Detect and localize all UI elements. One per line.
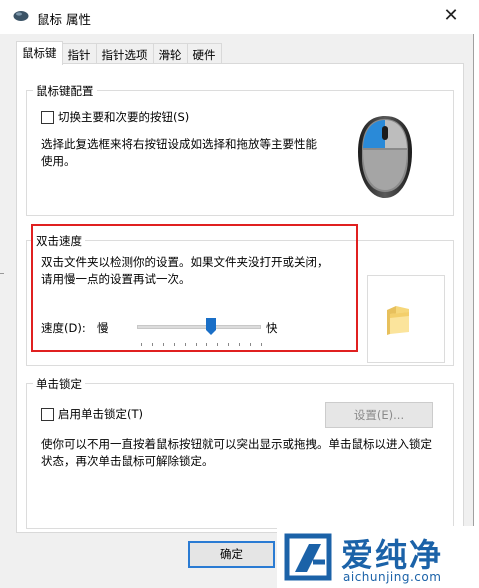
slider-tick	[163, 343, 164, 346]
slider-tick	[206, 343, 207, 346]
slider-tick	[196, 343, 197, 346]
double-click-speed-slider-thumb[interactable]	[206, 318, 216, 336]
slider-tick	[141, 343, 142, 346]
fast-label: 快	[266, 321, 278, 335]
tab-pointer-options[interactable]: 指针选项	[95, 43, 154, 65]
watermark-url: aichunjing.com	[343, 570, 442, 584]
watermark-logo-icon	[283, 532, 333, 582]
buttons-tab-panel: 鼠标键配置 切换主要和次要的按钮(S) 选择此复选框来将右按钮设成如选择和拖放等…	[16, 63, 464, 533]
tab-hardware[interactable]: 硬件	[186, 43, 222, 65]
slider-tick	[250, 343, 251, 346]
tab-wheel[interactable]: 滑轮	[152, 43, 188, 65]
tab-strip: 鼠标键 指针 指针选项 滑轮 硬件	[16, 41, 222, 65]
slider-tick	[239, 343, 240, 346]
button-config-title: 鼠标键配置	[33, 83, 97, 99]
click-lock-checkbox[interactable]	[41, 407, 54, 421]
slider-tick	[261, 343, 262, 346]
mouse-app-icon	[13, 10, 29, 22]
click-lock-title: 单击锁定	[33, 376, 85, 392]
title-bar: 鼠标 属性 ✕	[0, 0, 474, 34]
folder-icon[interactable]	[384, 304, 412, 336]
double-click-description: 双击文件夹以检测你的设置。如果文件夹没打开或关闭，请用慢一点的设置再试一次。	[41, 255, 329, 286]
mouse-illustration	[355, 114, 415, 200]
click-lock-description: 使你可以不用一直按着鼠标按钮就可以突出显示或拖拽。单击鼠标以进入锁定状态，再次单…	[41, 437, 432, 468]
mouse-properties-window: 鼠标 属性 ✕ 鼠标键 指针 指针选项 滑轮 硬件 鼠标键配置 切换主要和次要的…	[0, 0, 474, 588]
slow-label: 慢	[97, 321, 109, 335]
slider-tick	[217, 343, 218, 346]
switch-buttons-checkbox[interactable]	[41, 110, 54, 124]
slider-ticks	[141, 343, 262, 347]
ok-button[interactable]: 确定	[188, 541, 275, 568]
speed-label: 速度(D):	[41, 321, 86, 335]
double-click-speed-slider-track[interactable]	[137, 325, 261, 329]
slider-tick	[152, 343, 153, 346]
edge-mark	[0, 273, 4, 274]
slider-tick	[228, 343, 229, 346]
double-click-title: 双击速度	[33, 233, 85, 249]
test-folder-box[interactable]	[367, 275, 445, 363]
slider-tick	[185, 343, 186, 346]
click-lock-row[interactable]: 启用单击锁定(T)	[41, 406, 143, 422]
click-lock-settings-button[interactable]: 设置(E)...	[325, 402, 433, 428]
tab-buttons[interactable]: 鼠标键	[16, 41, 63, 65]
switch-buttons-description: 选择此复选框来将右按钮设成如选择和拖放等主要性能使用。	[41, 137, 317, 168]
tab-pointers[interactable]: 指针	[61, 43, 97, 65]
switch-buttons-row[interactable]: 切换主要和次要的按钮(S)	[41, 109, 189, 125]
watermark: 爱纯净 aichunjing.com	[277, 526, 479, 588]
close-button[interactable]: ✕	[428, 0, 474, 32]
window-title: 鼠标 属性	[37, 12, 91, 27]
slider-tick	[174, 343, 175, 346]
close-icon: ✕	[443, 5, 459, 26]
click-lock-label: 启用单击锁定(T)	[58, 407, 143, 421]
switch-buttons-label: 切换主要和次要的按钮(S)	[58, 110, 190, 124]
